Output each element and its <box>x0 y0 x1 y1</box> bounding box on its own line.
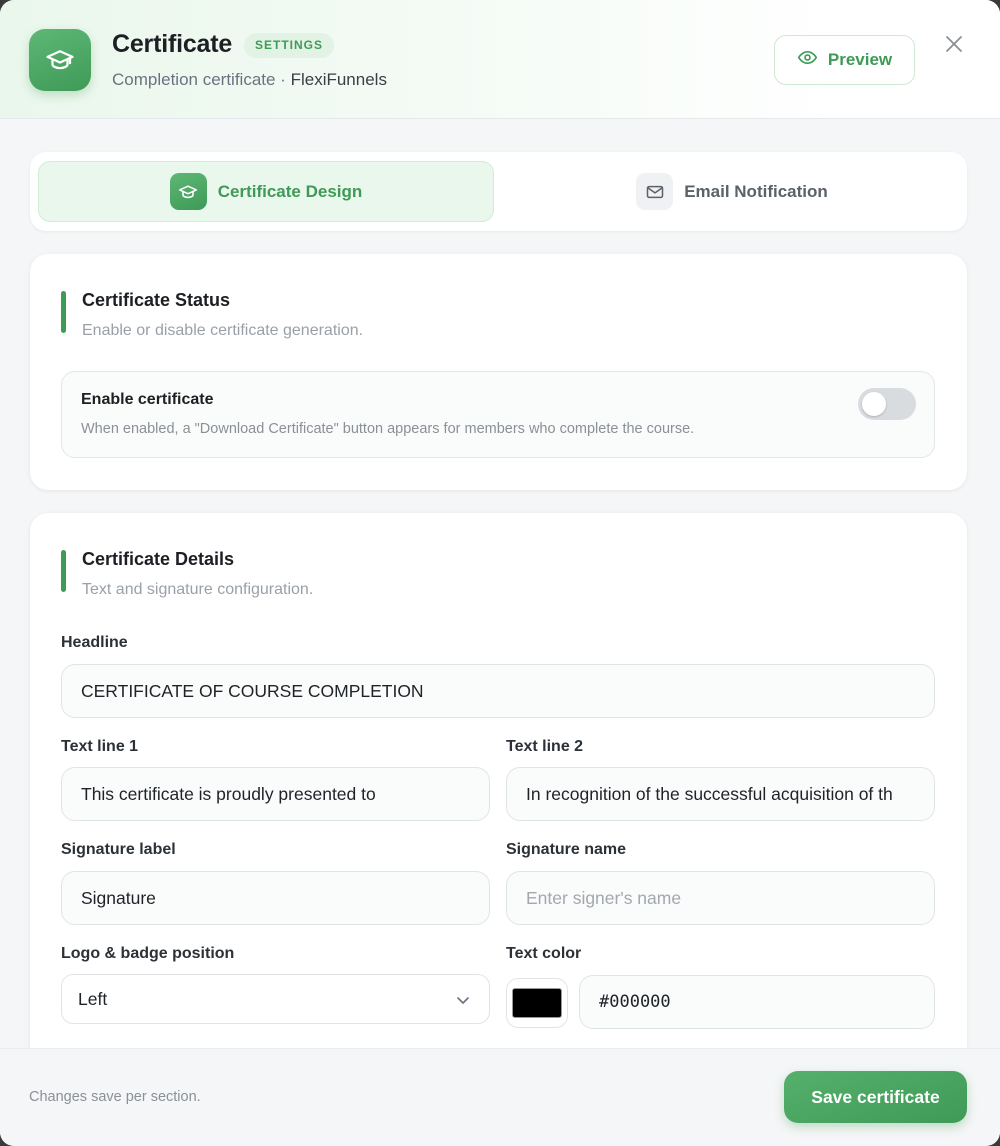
tab-email-notification[interactable]: Email Notification <box>504 161 960 222</box>
enable-certificate-toggle[interactable] <box>858 388 916 420</box>
tab-certificate-design[interactable]: Certificate Design <box>38 161 494 222</box>
text-color-input[interactable] <box>579 975 935 1029</box>
text-line-1-input[interactable] <box>61 767 490 821</box>
signature-label-input[interactable] <box>61 871 490 925</box>
certificate-details-card: Certificate Details Text and signature c… <box>30 513 967 1073</box>
modal-header: Certificate SETTINGS Completion certific… <box>0 0 1000 119</box>
logo-position-select[interactable]: Left <box>61 974 490 1024</box>
page-subtitle: Completion certificate · FlexiFunnels <box>112 70 387 90</box>
close-button[interactable] <box>942 34 966 58</box>
mail-icon <box>636 173 674 210</box>
tab-bar: Certificate Design Email Notification <box>30 152 967 231</box>
page-title: Certificate <box>112 30 233 58</box>
save-certificate-button[interactable]: Save certificate <box>784 1071 967 1123</box>
section-title: Certificate Details <box>82 549 235 569</box>
text-line-1-label: Text line 1 <box>61 738 139 755</box>
tab-label: Certificate Design <box>217 181 363 201</box>
certificate-status-card: Certificate Status Enable or disable cer… <box>30 254 967 490</box>
text-line-2-label: Text line 2 <box>506 738 584 755</box>
preview-label: Preview <box>827 50 893 69</box>
graduation-cap-icon <box>169 173 207 210</box>
enable-certificate-row: Enable certificate When enabled, a "Down… <box>61 371 935 458</box>
text-color-picker[interactable] <box>506 978 568 1028</box>
toggle-description: When enabled, a "Download Certificate" b… <box>81 421 695 437</box>
footer-note: Changes save per section. <box>29 1089 201 1105</box>
section-accent-bar <box>61 550 66 592</box>
toggle-title: Enable certificate <box>81 391 214 408</box>
modal-footer: Changes save per section. Save certifica… <box>0 1048 1000 1146</box>
logo-position-value: Left <box>78 988 108 1009</box>
signature-name-label: Signature name <box>506 841 627 858</box>
close-icon <box>945 35 963 58</box>
toggle-knob <box>862 392 886 416</box>
preview-button[interactable]: Preview <box>774 35 915 85</box>
text-line-2-input[interactable] <box>506 767 935 821</box>
signature-name-input[interactable] <box>506 871 935 925</box>
section-accent-bar <box>61 291 66 333</box>
headline-input[interactable] <box>61 664 935 718</box>
headline-label: Headline <box>61 634 128 651</box>
signature-label-label: Signature label <box>61 841 176 858</box>
tab-label: Email Notification <box>684 181 828 201</box>
certificate-modal: Certificate SETTINGS Completion certific… <box>0 0 1000 1146</box>
color-swatch <box>512 988 562 1018</box>
chevron-down-icon <box>455 992 471 1013</box>
subtitle-brand: FlexiFunnels <box>290 70 387 89</box>
section-title: Certificate Status <box>82 290 231 310</box>
section-subtitle: Enable or disable certificate generation… <box>82 322 364 339</box>
eye-icon <box>797 47 818 73</box>
section-subtitle: Text and signature configuration. <box>82 581 314 598</box>
logo-position-label: Logo & badge position <box>61 945 235 962</box>
graduation-cap-icon <box>29 29 91 91</box>
settings-badge: SETTINGS <box>244 33 335 58</box>
text-color-label: Text color <box>506 945 582 962</box>
subtitle-prefix: Completion certificate · <box>112 70 291 89</box>
